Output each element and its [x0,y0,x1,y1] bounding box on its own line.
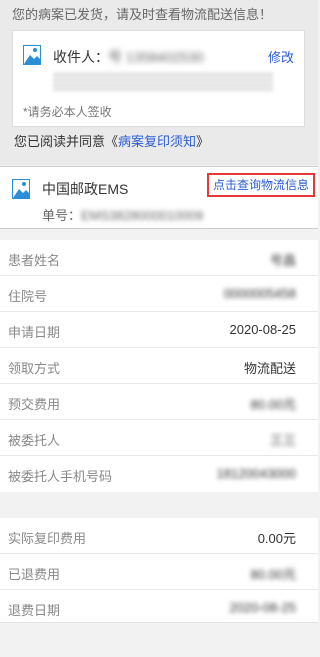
detail-value: 80.00元 [250,397,296,412]
detail-row: 患者姓名 号昌 [0,240,318,276]
tracking-value: EMS3828000010009 [81,208,204,223]
detail-value: 物流配送 [243,361,296,376]
detail-row: 申请日期 2020-08-25 [0,312,318,348]
image-icon [23,45,41,65]
shipped-notice: 您的病案已发货，请及时查看物流配送信息！ [12,7,273,22]
detail-label: 住院号 [8,289,48,304]
detail-row: 被委托人手机号码 18120043000 [0,456,318,492]
sign-note: *请务必本人签收 [23,105,112,119]
fee-row: 退费日期 2020-08-25 [0,590,318,626]
detail-row: 领取方式 物流配送 [0,348,318,384]
fee-value: 0.00元 [257,531,296,546]
image-icon [12,179,30,199]
address-card: 收件人： 号 1358402530 修改 *请务必本人签收 [12,30,305,127]
track-logistics-button[interactable]: 点击查询物流信息 [207,173,315,197]
detail-row: 住院号 0000005458 [0,276,318,312]
detail-value: 号昌 [269,253,296,268]
detail-row: 被委托人 三三 [0,420,318,456]
fee-label: 实际复印费用 [8,531,87,546]
fee-label: 退费日期 [8,603,61,618]
detail-label: 领取方式 [8,361,61,376]
top-banner: 您的病案已发货，请及时查看物流配送信息！ 收件人： 号 1358402530 修… [0,0,318,165]
fees-section: 实际复印费用 0.00元 已退费用 80.00元 退费日期 2020-08-25 [0,518,318,626]
fee-row: 已退费用 80.00元 [0,554,318,590]
copy-notice-link[interactable]: 病案复印须知 [118,134,196,149]
detail-value: 三三 [269,433,296,448]
agreement-suffix: 》 [196,134,210,149]
detail-label: 申请日期 [8,325,61,340]
detail-value: 18120043000 [216,466,296,481]
detail-label: 预交费用 [8,397,61,412]
fee-row: 实际复印费用 0.00元 [0,518,318,554]
bottom-strip [0,622,318,657]
detail-label: 被委托人 [8,433,61,448]
fee-value: 2020-08-25 [229,600,297,615]
recipient-label: 收件人： [53,49,109,65]
shipping-card: 中国邮政EMS 点击查询物流信息 单号：EMS3828000010009 [0,166,318,229]
edit-address-button[interactable]: 修改 [268,47,294,66]
detail-label: 被委托人手机号码 [8,469,113,484]
agreement-prefix: 您已阅读并同意《 [14,134,119,149]
fee-value: 80.00元 [250,567,296,582]
detail-value: 0000005458 [223,286,296,301]
detail-row: 预交费用 80.00元 [0,384,318,420]
address-text-redacted [53,71,273,91]
recipient-value: 号 1358402530 [108,49,204,65]
tracking-number: 单号：EMS3828000010009 [42,205,203,224]
detail-value: 2020-08-25 [229,322,297,337]
details-section: 患者姓名 号昌 住院号 0000005458 申请日期 2020-08-25 领取方式… [0,240,318,492]
tracking-label: 单号： [42,208,82,223]
carrier-name: 中国邮政EMS [42,181,129,197]
detail-label: 患者姓名 [8,253,61,268]
agreement-text: 您已阅读并同意《病案复印须知》 [14,131,209,150]
fee-label: 已退费用 [8,567,61,582]
